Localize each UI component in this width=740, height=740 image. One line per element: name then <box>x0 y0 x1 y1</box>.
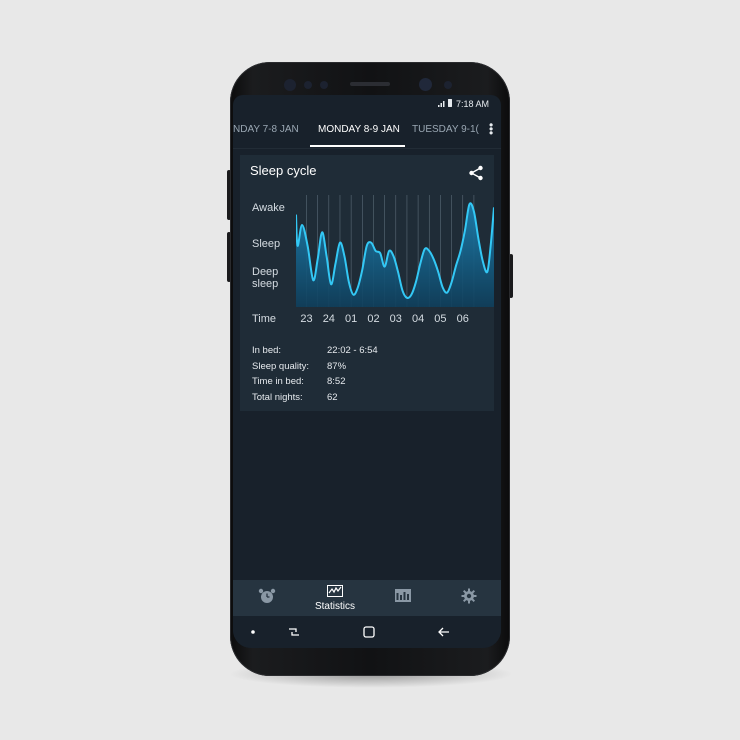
iris-sensor-icon <box>284 79 296 91</box>
stat-key: Time in bed: <box>252 376 304 387</box>
calendar-icon <box>395 589 411 602</box>
overflow-menu-icon[interactable]: • • • <box>489 119 493 139</box>
proximity-sensor-icon <box>304 81 312 89</box>
x-tick-label: 05 <box>434 313 447 325</box>
status-bar: 7:18 AM <box>233 95 501 112</box>
tab-previous-night[interactable]: NDAY 7-8 JAN <box>233 124 299 135</box>
nav-statistics-label: Statistics <box>314 601 355 612</box>
statistics-chart-icon <box>327 585 343 597</box>
x-tick-label: 03 <box>389 313 402 325</box>
nav-alarm[interactable] <box>237 580 297 616</box>
x-tick-label: 24 <box>322 313 335 325</box>
tab-current-night[interactable]: MONDAY 8-9 JAN <box>318 124 400 135</box>
share-icon[interactable] <box>468 165 484 181</box>
nav-statistics[interactable]: Statistics <box>305 580 365 616</box>
stat-value: 62 <box>327 391 338 403</box>
stat-key: Sleep quality: <box>252 360 310 372</box>
stat-key: In bed: <box>252 345 282 356</box>
gear-icon <box>461 588 477 604</box>
front-camera-icon <box>419 78 432 91</box>
active-tab-indicator <box>310 145 405 147</box>
nav-settings[interactable] <box>439 580 499 616</box>
signal-icon <box>438 99 454 109</box>
recent-apps-icon[interactable] <box>286 624 302 640</box>
light-sensor-icon <box>320 81 328 89</box>
status-time: 7:18 AM <box>455 99 489 109</box>
date-tabs: NDAY 7-8 JAN MONDAY 8-9 JAN TUESDAY 9-1(… <box>233 112 501 149</box>
earpiece-speaker <box>350 82 390 86</box>
x-tick-label: 06 <box>456 313 469 325</box>
system-navigation-bar <box>233 616 501 648</box>
y-label-sleep: Sleep <box>252 238 281 250</box>
screen: 7:18 AM NDAY 7-8 JAN MONDAY 8-9 JAN TUES… <box>233 95 501 648</box>
y-label-deep: Deep <box>252 266 279 278</box>
nav-calendar[interactable] <box>373 580 433 616</box>
x-axis-ticks: 23 24 01 02 03 04 05 06 <box>296 313 494 327</box>
x-tick-label: 04 <box>411 313 425 325</box>
x-tick-label: 23 <box>300 313 313 325</box>
dot-icon <box>251 630 255 634</box>
x-axis-label: Time <box>252 313 277 325</box>
card-title: Sleep cycle <box>250 163 317 178</box>
tab-next-night[interactable]: TUESDAY 9-1( <box>412 124 479 135</box>
bottom-navigation: Statistics <box>233 580 501 616</box>
stat-key: Total nights: <box>252 391 303 403</box>
sleep-cycle-chart <box>296 195 494 307</box>
alarm-clock-icon <box>258 588 276 603</box>
stat-value: 87% <box>327 360 347 372</box>
back-icon[interactable] <box>436 624 452 640</box>
home-icon[interactable] <box>361 624 377 640</box>
stat-value: 22:02 - 6:54 <box>327 345 378 356</box>
stat-value: 8:52 <box>327 376 346 387</box>
iris-camera-icon <box>444 81 452 89</box>
y-label-awake: Awake <box>252 202 285 214</box>
x-tick-label: 01 <box>345 313 358 325</box>
sleep-cycle-card: Sleep cycle Awake Sleep Deep sleep Time … <box>240 155 494 411</box>
x-tick-label: 02 <box>367 313 380 325</box>
y-label-deep-sleep: sleep <box>252 278 279 290</box>
